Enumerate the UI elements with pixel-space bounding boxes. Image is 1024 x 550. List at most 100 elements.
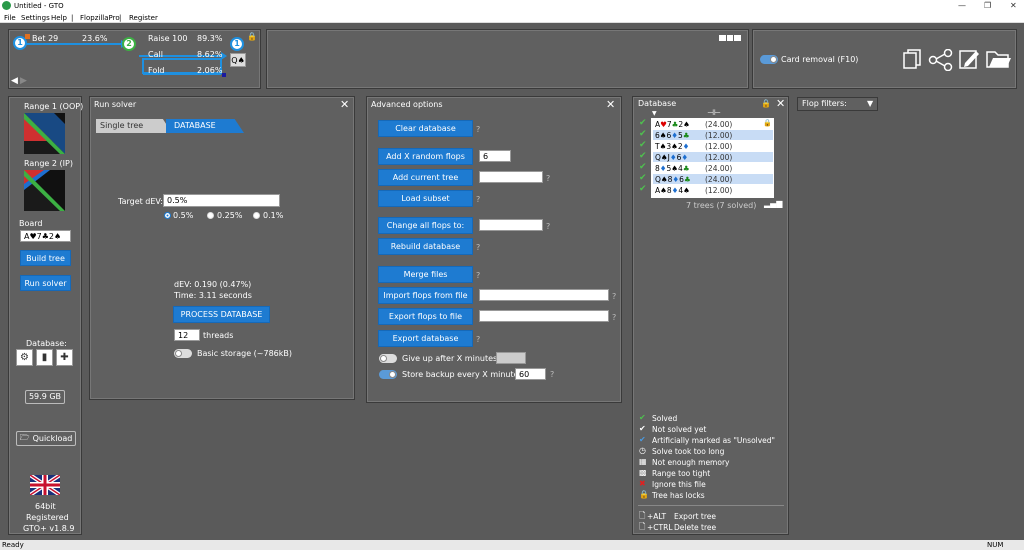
tree-weight: (24.00) (705, 120, 733, 129)
export-file-input[interactable] (479, 310, 609, 322)
close-icon[interactable]: ✕ (606, 98, 615, 111)
current-tree-input[interactable] (479, 171, 543, 183)
lock-icon[interactable]: 🔒 (761, 99, 771, 108)
fold-label[interactable]: Fold (148, 66, 165, 75)
flop-filters-label: Flop filters: (802, 99, 847, 108)
maximize-icon[interactable]: ❐ (984, 1, 991, 10)
process-database-button[interactable]: PROCESS DATABASE (173, 306, 270, 323)
range2-label: Range 2 (IP) (24, 159, 73, 168)
help-icon[interactable]: ? (550, 370, 554, 379)
menu-separator: | (119, 14, 122, 22)
database-row[interactable]: A♥7♣2♠ (24.00) (653, 119, 773, 129)
edit-icon[interactable] (958, 48, 980, 70)
change-all-flops-button[interactable]: Change all flops to: (378, 217, 473, 234)
database-add-button[interactable]: ✚ (56, 349, 73, 366)
threads-value: 12 (178, 330, 189, 340)
database-row[interactable]: Q♠8♦6♣ (24.00) (653, 174, 773, 184)
load-subset-button[interactable]: Load subset (378, 190, 473, 207)
help-icon[interactable]: ? (476, 335, 480, 344)
help-icon[interactable]: ? (476, 243, 480, 252)
tree-share-icon[interactable] (928, 49, 954, 71)
clear-database-button[interactable]: Clear database (378, 120, 473, 137)
store-backup-input[interactable]: 60 (515, 368, 546, 380)
add-current-tree-button[interactable]: Add current tree (378, 169, 473, 186)
build-tree-button[interactable]: Build tree (20, 250, 71, 266)
card-removal-label: Card removal (F10) (781, 55, 859, 64)
minimize-icon[interactable]: — (958, 1, 966, 10)
flop-cards: A♠8♦4♠ (655, 186, 690, 195)
back-arrow-icon[interactable]: ◀ (11, 76, 18, 86)
export-database-button[interactable]: Export database (378, 330, 473, 347)
export-flops-button[interactable]: Export flops to file (378, 308, 473, 325)
database-row[interactable]: 8♦5♠4♣ (24.00) (653, 163, 773, 173)
lock-icon[interactable]: 🔒 (763, 119, 772, 127)
lock-icon[interactable]: 🔒 (247, 32, 257, 41)
help-icon[interactable]: ? (612, 292, 616, 301)
database-row[interactable]: A♠8♦4♠ (12.00) (653, 185, 773, 195)
forward-arrow-icon[interactable]: ▶ (20, 76, 27, 86)
close-icon[interactable]: ✕ (340, 98, 349, 111)
copy-icon[interactable] (902, 48, 922, 70)
help-icon[interactable]: ? (612, 313, 616, 322)
solved-check-icon: ✔ (639, 151, 647, 161)
help-icon[interactable]: ? (546, 222, 550, 231)
store-backup-toggle[interactable] (379, 370, 397, 379)
board-input[interactable]: A♥7♣2♠ (20, 230, 71, 242)
bet-pct: 23.6% (82, 34, 108, 43)
random-flops-input[interactable]: 6 (479, 150, 511, 162)
tab-single-tree[interactable]: Single tree (96, 119, 172, 133)
solved-check-icon: ✔ (639, 140, 647, 150)
menu-settings[interactable]: Settings (21, 14, 50, 22)
run-solver-button[interactable]: Run solver (20, 275, 71, 291)
import-flops-button[interactable]: Import flops from file (378, 287, 473, 304)
view-toggle-icon[interactable] (719, 35, 742, 41)
quickload-button[interactable]: 🗁 Quickload (16, 431, 76, 446)
database-settings-button[interactable]: ⚙ (16, 349, 33, 366)
call-label[interactable]: Call (148, 50, 163, 59)
flop-filters-dropdown[interactable]: Flop filters: ▼ (797, 97, 878, 111)
weight-icon[interactable]: ⊣⊢ (707, 108, 721, 117)
give-up-toggle[interactable] (379, 354, 397, 363)
help-icon[interactable]: ? (476, 195, 480, 204)
sort-arrow-icon[interactable]: ▼ (652, 110, 657, 117)
target-radio-0.1[interactable] (253, 212, 260, 219)
help-icon[interactable]: ? (546, 174, 550, 183)
turn-card[interactable]: Q♠ (230, 53, 246, 67)
menu-register[interactable]: Register (129, 14, 158, 22)
help-icon[interactable]: ? (476, 125, 480, 134)
folder-icon[interactable] (986, 49, 1012, 69)
add-random-flops-button[interactable]: Add X random flops (378, 148, 473, 165)
database-row[interactable]: 6♠6♦5♣ (12.00) (653, 130, 773, 140)
menu-file[interactable]: File (4, 14, 16, 22)
target-dev-input[interactable]: 0.5% (163, 194, 280, 207)
tree-node-ip[interactable]: 2 (122, 37, 136, 51)
rebuild-database-button[interactable]: Rebuild database (378, 238, 473, 255)
database-stats-button[interactable]: ▮ (36, 349, 53, 366)
card-removal-toggle[interactable] (760, 55, 778, 64)
tree-node-oop-2[interactable]: 1 (230, 37, 244, 51)
database-row[interactable]: Q♠J♦6♦ (12.00) (653, 152, 773, 162)
close-icon[interactable]: ✕ (1010, 1, 1017, 10)
target-radio-0.25[interactable] (207, 212, 214, 219)
change-flops-input[interactable] (479, 219, 543, 231)
target-radio-0.5[interactable] (164, 212, 171, 219)
close-icon[interactable]: ✕ (776, 97, 785, 110)
uk-flag-icon[interactable] (30, 475, 60, 495)
database-row[interactable]: T♠3♠2♦ (12.00) (653, 141, 773, 151)
signal-bars-icon[interactable]: ▂▄▆ (764, 199, 782, 208)
range2-grid[interactable] (24, 170, 65, 211)
menu-flopzilla[interactable]: FlopzillaPro (80, 14, 120, 22)
board-value: A♥7♣2♠ (24, 231, 62, 241)
raise-label[interactable]: Raise 100 (148, 34, 187, 43)
merge-files-button[interactable]: Merge files (378, 266, 473, 283)
threads-input[interactable]: 12 (174, 329, 200, 341)
import-file-input[interactable] (479, 289, 609, 301)
tab-database[interactable]: DATABASE (166, 119, 244, 133)
flop-cards: A♥7♣2♠ (655, 120, 690, 129)
give-up-input[interactable] (496, 352, 526, 364)
card-suit: ♠ (683, 120, 690, 129)
range1-grid[interactable] (24, 113, 65, 154)
basic-storage-toggle[interactable] (174, 349, 192, 358)
menu-help[interactable]: Help (51, 14, 67, 22)
help-icon[interactable]: ? (476, 271, 480, 280)
